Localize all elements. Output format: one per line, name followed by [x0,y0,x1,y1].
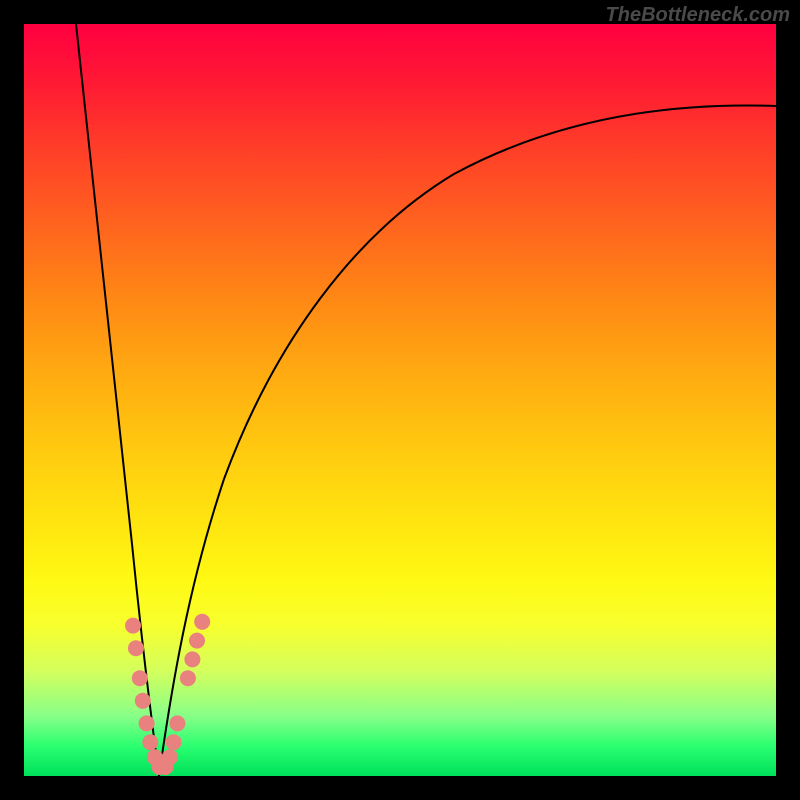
data-dot [166,734,182,750]
data-dot [125,618,141,634]
data-dot [142,734,158,750]
dot-cluster [125,614,210,775]
data-dot [189,633,205,649]
data-dot [184,651,200,667]
attribution-text: TheBottleneck.com [606,4,790,27]
chart-frame: TheBottleneck.com [0,0,800,800]
data-dot [194,614,210,630]
data-dot [180,670,196,686]
data-dot [162,749,178,765]
data-dot [128,640,144,656]
left-branch-curve [76,24,159,776]
chart-svg [24,24,776,776]
data-dot [135,693,151,709]
data-dot [139,715,155,731]
right-branch-curve [159,105,776,776]
data-dot [132,670,148,686]
data-dot [169,715,185,731]
